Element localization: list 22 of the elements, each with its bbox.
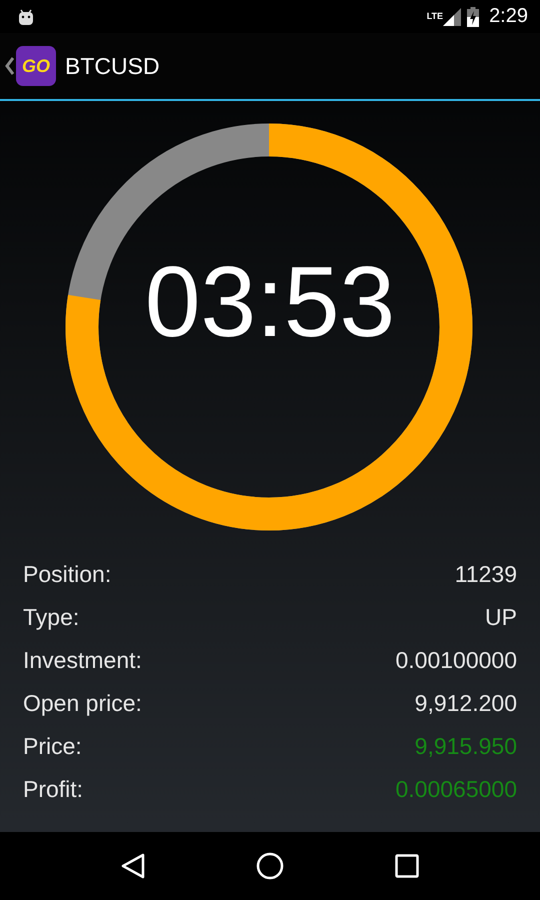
countdown: 03:53	[144, 245, 396, 360]
detail-value: 0.00100000	[395, 647, 517, 674]
detail-value: 0.00065000	[395, 776, 517, 803]
detail-value: 11239	[454, 561, 517, 588]
network-type: LTE	[426, 11, 444, 21]
recents-icon[interactable]	[395, 854, 420, 878]
app-title: BTCUSD	[65, 52, 160, 80]
app-logo: GO	[16, 46, 56, 86]
detail-label: Open price:	[23, 690, 142, 717]
detail-value: UP	[485, 604, 517, 631]
detail-label: Profit:	[23, 776, 84, 803]
signal-icon	[443, 8, 462, 26]
battery-charging-icon	[467, 6, 480, 26]
detail-label: Price:	[23, 733, 82, 760]
detail-label: Position:	[23, 561, 112, 588]
clock: 2:29	[489, 5, 528, 28]
detail-value: 9,912.200	[414, 690, 517, 717]
android-icon	[17, 8, 35, 26]
home-icon[interactable]	[256, 852, 284, 880]
detail-label: Type:	[23, 604, 80, 631]
detail-value: 9,915.950	[414, 733, 517, 760]
detail-label: Investment:	[23, 647, 142, 674]
